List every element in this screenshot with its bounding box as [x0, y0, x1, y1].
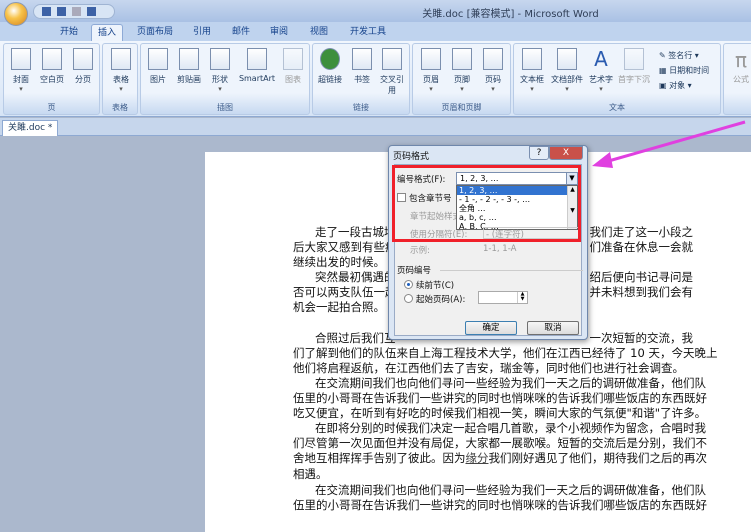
annotation-arrow	[592, 120, 746, 168]
